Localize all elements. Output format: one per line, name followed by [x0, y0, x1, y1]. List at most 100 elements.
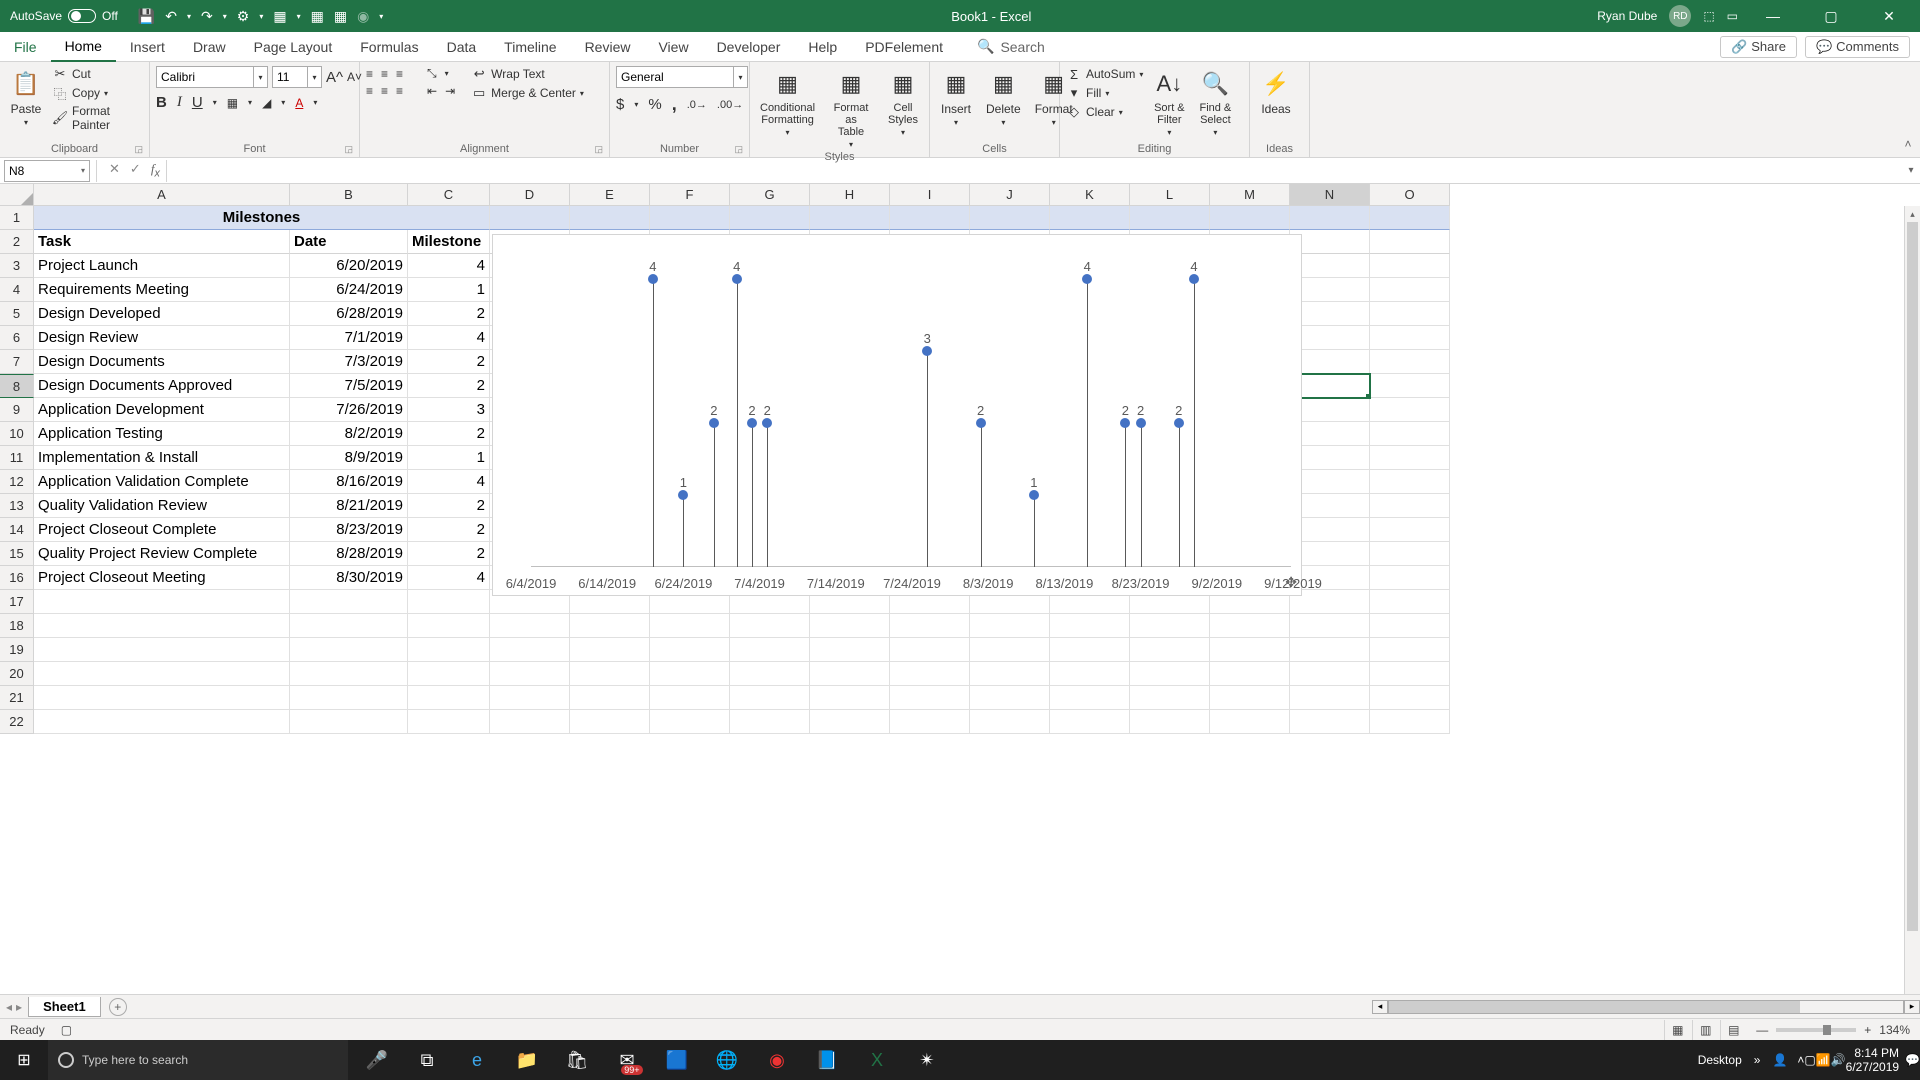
cell[interactable] [970, 614, 1050, 638]
qat-icon[interactable]: ▦ [273, 8, 286, 25]
cell[interactable] [1130, 686, 1210, 710]
task-view-icon[interactable]: ⧉ [404, 1040, 450, 1080]
cell[interactable] [1370, 446, 1450, 470]
cell[interactable] [810, 638, 890, 662]
sort-filter-button[interactable]: A↓Sort &Filter▾ [1149, 66, 1189, 139]
column-header[interactable]: O [1370, 184, 1450, 206]
cell[interactable] [1290, 398, 1370, 422]
chart-point[interactable] [976, 418, 986, 428]
tab-data[interactable]: Data [433, 32, 491, 62]
page-layout-view-button[interactable]: ▥ [1692, 1020, 1718, 1040]
cell[interactable] [1130, 614, 1210, 638]
qat-icon[interactable]: ◉ [357, 8, 369, 25]
cell[interactable] [1290, 686, 1370, 710]
tab-insert[interactable]: Insert [116, 32, 179, 62]
cell[interactable]: Milestone [408, 230, 490, 254]
cell[interactable] [890, 662, 970, 686]
cell[interactable] [1050, 206, 1130, 230]
cell[interactable] [290, 710, 408, 734]
cell[interactable]: Application Validation Complete [34, 470, 290, 494]
cell[interactable] [1370, 566, 1450, 590]
tab-home[interactable]: Home [51, 32, 116, 62]
cell[interactable]: 2 [408, 518, 490, 542]
wifi-icon[interactable]: 📶 [1816, 1053, 1831, 1067]
cell[interactable]: Application Testing [34, 422, 290, 446]
cell[interactable]: 6/28/2019 [290, 302, 408, 326]
column-header[interactable]: D [490, 184, 570, 206]
chart-point[interactable] [648, 274, 658, 284]
file-explorer-icon[interactable]: 📁 [504, 1040, 550, 1080]
vertical-scrollbar[interactable]: ▴ [1904, 206, 1920, 994]
cell[interactable] [730, 206, 810, 230]
cell[interactable] [1050, 614, 1130, 638]
chart-point[interactable] [747, 418, 757, 428]
cell[interactable] [1130, 206, 1210, 230]
chevron-down-icon[interactable]: ▾ [81, 166, 85, 175]
cell[interactable] [1290, 590, 1370, 614]
ribbon-mode-icon[interactable]: ▭ [1727, 9, 1738, 23]
cell[interactable] [730, 638, 810, 662]
worksheet-grid[interactable]: ABCDEFGHIJKLMNO1Milestones2TaskDateMiles… [0, 184, 1920, 994]
cell[interactable] [810, 614, 890, 638]
increase-indent-icon[interactable]: ⇥ [445, 84, 455, 98]
row-header[interactable]: 22 [0, 710, 34, 734]
percent-button[interactable]: % [648, 96, 661, 113]
cell[interactable]: Date [290, 230, 408, 254]
cell[interactable] [408, 686, 490, 710]
align-bottom-icon[interactable]: ≡ [396, 67, 403, 81]
autosave-toggle[interactable]: AutoSave Off [0, 9, 128, 23]
cell[interactable] [1210, 638, 1290, 662]
tab-timeline[interactable]: Timeline [490, 32, 570, 62]
row-header[interactable]: 1 [0, 206, 34, 230]
cell[interactable] [810, 662, 890, 686]
chart-point[interactable] [1120, 418, 1130, 428]
cell[interactable] [1370, 590, 1450, 614]
zoom-out-button[interactable]: — [1756, 1023, 1768, 1037]
cell[interactable]: Design Developed [34, 302, 290, 326]
cell[interactable]: 8/30/2019 [290, 566, 408, 590]
excel-taskbar-icon[interactable]: X [854, 1040, 900, 1080]
conditional-formatting-button[interactable]: ▦ConditionalFormatting▾ [756, 66, 819, 139]
notifications-icon[interactable]: 💬 [1905, 1053, 1920, 1067]
page-break-view-button[interactable]: ▤ [1720, 1020, 1746, 1040]
vivaldi-icon[interactable]: ◉ [754, 1040, 800, 1080]
cell[interactable]: Design Review [34, 326, 290, 350]
cell[interactable]: 4 [408, 566, 490, 590]
overflow-icon[interactable]: » [1754, 1053, 1761, 1067]
cell[interactable] [490, 662, 570, 686]
cell[interactable]: 3 [408, 398, 490, 422]
align-right-icon[interactable]: ≡ [396, 84, 403, 98]
bold-button[interactable]: B [156, 94, 167, 111]
row-header[interactable]: 14 [0, 518, 34, 542]
ribbon-display-icon[interactable]: ⬚ [1703, 9, 1714, 23]
cell[interactable] [1290, 254, 1370, 278]
cell[interactable] [1370, 638, 1450, 662]
cell[interactable] [970, 638, 1050, 662]
tab-file[interactable]: File [0, 32, 51, 62]
cell[interactable] [290, 614, 408, 638]
cell[interactable] [1210, 662, 1290, 686]
column-header[interactable]: G [730, 184, 810, 206]
chart-point[interactable] [1029, 490, 1039, 500]
cell[interactable]: Design Documents [34, 350, 290, 374]
cell[interactable]: Implementation & Install [34, 446, 290, 470]
maximize-button[interactable]: ▢ [1808, 0, 1854, 32]
currency-button[interactable]: $ [616, 96, 624, 113]
scroll-thumb[interactable] [1907, 222, 1918, 931]
collapse-ribbon-icon[interactable]: ˄ [1896, 62, 1920, 157]
cell[interactable] [290, 638, 408, 662]
column-header[interactable]: I [890, 184, 970, 206]
cell[interactable] [490, 206, 570, 230]
row-header[interactable]: 16 [0, 566, 34, 590]
cell[interactable] [408, 662, 490, 686]
autosum-button[interactable]: ΣAutoSum▾ [1066, 66, 1143, 82]
cell[interactable]: 6/20/2019 [290, 254, 408, 278]
cell[interactable] [1290, 446, 1370, 470]
add-sheet-button[interactable]: + [109, 998, 127, 1016]
cell[interactable] [890, 206, 970, 230]
cell[interactable] [290, 662, 408, 686]
cut-button[interactable]: ✂Cut [52, 66, 143, 82]
align-top-icon[interactable]: ≡ [366, 67, 373, 81]
chevron-down-icon[interactable]: ▾ [254, 66, 268, 88]
cell[interactable] [490, 614, 570, 638]
